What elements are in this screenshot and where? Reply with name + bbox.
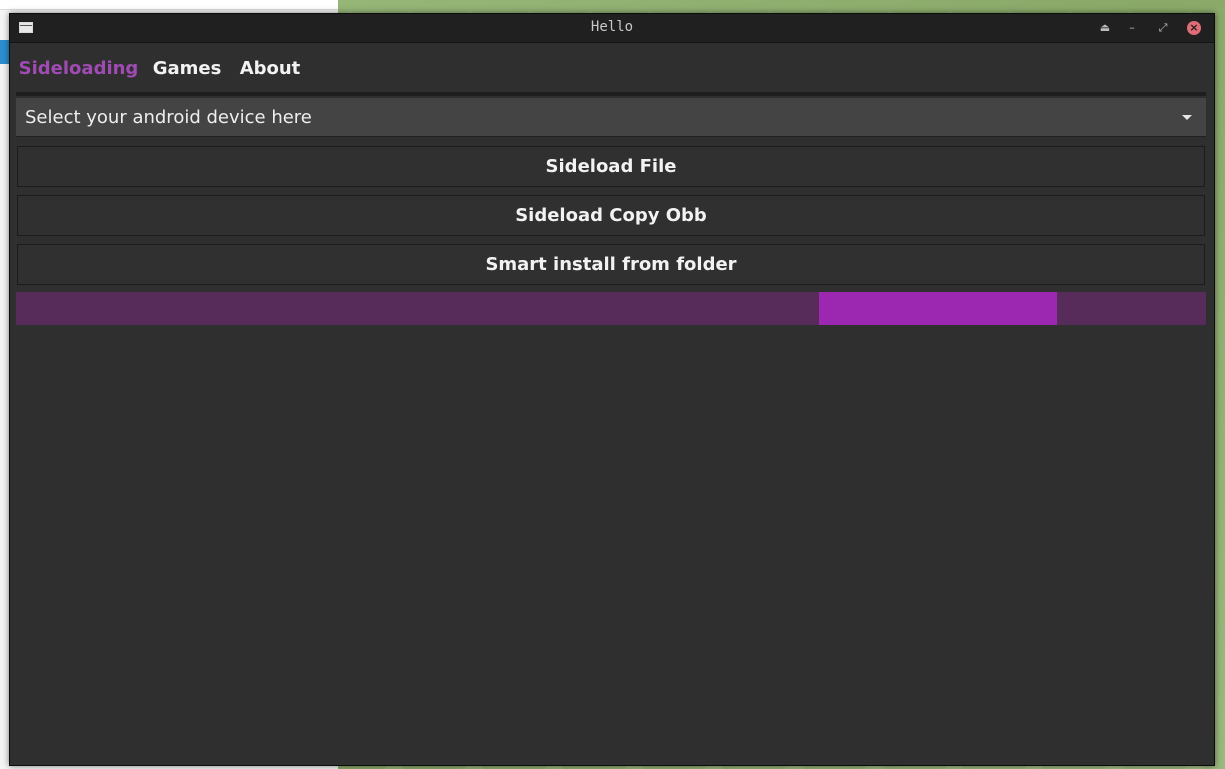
tab-sideloading[interactable]: Sideloading [16,52,141,96]
close-icon[interactable]: × [1187,21,1201,35]
device-select-value: Select your android device here [25,107,312,128]
smart-install-button[interactable]: Smart install from folder [17,244,1205,285]
minimize-icon[interactable]: – [1124,20,1140,36]
eject-icon[interactable]: ⏏ [1097,20,1113,36]
titlebar[interactable]: Hello ⏏ – ⤢ × [10,14,1214,43]
maximize-icon[interactable]: ⤢ [1155,20,1171,36]
sideload-copy-obb-button[interactable]: Sideload Copy Obb [17,195,1205,236]
tab-divider [16,92,1206,96]
progress-indicator [819,292,1057,325]
sideload-file-button[interactable]: Sideload File [17,146,1205,187]
chevron-down-icon[interactable] [1182,115,1192,120]
background-window-toolbar [0,0,338,10]
progress-bar [16,292,1206,325]
tab-games[interactable]: Games [150,52,224,96]
device-select[interactable]: Select your android device here [16,98,1206,137]
app-window: Hello ⏏ – ⤢ × Sideloading Games About Se… [9,13,1215,766]
tab-about[interactable]: About [238,52,302,96]
window-title: Hello [590,19,634,35]
